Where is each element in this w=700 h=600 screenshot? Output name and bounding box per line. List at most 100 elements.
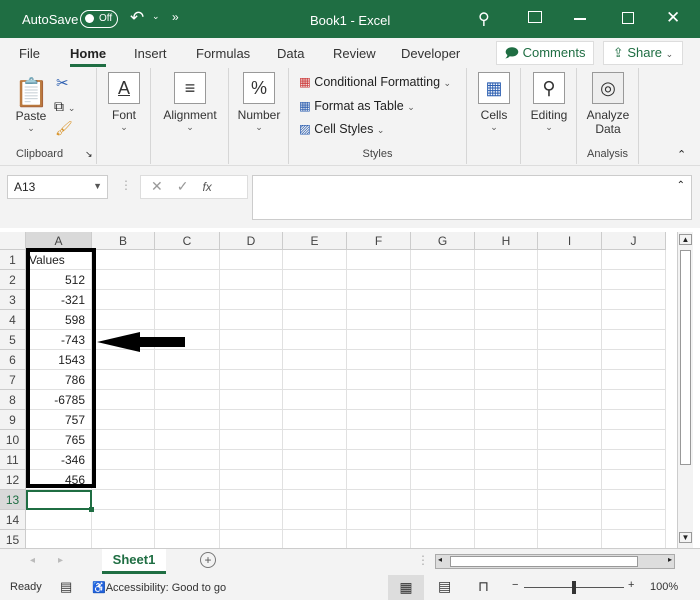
page-break-icon[interactable]: ⊓ [478,578,489,595]
cell-J2[interactable] [602,270,666,290]
cell-E2[interactable] [283,270,347,290]
cell-H9[interactable] [475,410,538,430]
cells-button[interactable]: ▦ Cells ⌄ [473,72,515,133]
sheet-tab-sheet1[interactable]: Sheet1 [102,549,166,574]
editing-button[interactable]: ⚲ Editing ⌄ [523,72,575,133]
cell-styles-button[interactable]: ▨ Cell Styles ⌄ [299,121,384,136]
row-header-11[interactable]: 11 [0,450,26,470]
cell-D3[interactable] [220,290,283,310]
split-handle[interactable]: ⋮ [417,553,429,567]
column-header-I[interactable]: I [538,232,602,250]
cell-C12[interactable] [155,470,220,490]
cell-A14[interactable] [26,510,92,530]
font-button[interactable]: A Font ⌄ [102,72,146,133]
row-header-4[interactable]: 4 [0,310,26,330]
cell-F8[interactable] [347,390,411,410]
cell-J14[interactable] [602,510,666,530]
cell-G9[interactable] [411,410,475,430]
next-sheet-icon[interactable]: ▸ [58,555,63,566]
cell-I8[interactable] [538,390,602,410]
cell-C4[interactable] [155,310,220,330]
zoom-level[interactable]: 100% [650,581,678,593]
column-header-C[interactable]: C [155,232,220,250]
normal-view-icon[interactable]: ▦ [388,575,424,600]
cell-G4[interactable] [411,310,475,330]
share-button[interactable]: ⇪ Share ⌄ [603,41,683,65]
tab-data[interactable]: Data [277,46,304,61]
cell-E14[interactable] [283,510,347,530]
column-header-E[interactable]: E [283,232,347,250]
cell-I15[interactable] [538,530,602,548]
undo-dropdown-icon[interactable]: ⌄ [152,11,160,22]
cell-H5[interactable] [475,330,538,350]
cell-B4[interactable] [92,310,155,330]
cell-H11[interactable] [475,450,538,470]
zoom-in-icon[interactable]: + [628,579,634,591]
cell-G11[interactable] [411,450,475,470]
cell-G3[interactable] [411,290,475,310]
cell-F5[interactable] [347,330,411,350]
cell-G12[interactable] [411,470,475,490]
cell-G5[interactable] [411,330,475,350]
cell-G1[interactable] [411,250,475,270]
row-header-3[interactable]: 3 [0,290,26,310]
cell-C10[interactable] [155,430,220,450]
cell-D10[interactable] [220,430,283,450]
cell-B14[interactable] [92,510,155,530]
cell-I6[interactable] [538,350,602,370]
zoom-out-icon[interactable]: − [512,579,518,591]
cell-F1[interactable] [347,250,411,270]
cell-J10[interactable] [602,430,666,450]
row-header-8[interactable]: 8 [0,390,26,410]
cell-H1[interactable] [475,250,538,270]
cell-I7[interactable] [538,370,602,390]
cell-G15[interactable] [411,530,475,548]
cell-J3[interactable] [602,290,666,310]
column-header-G[interactable]: G [411,232,475,250]
column-header-D[interactable]: D [220,232,283,250]
enter-icon[interactable]: ✓ [177,178,203,194]
cell-D7[interactable] [220,370,283,390]
cell-F9[interactable] [347,410,411,430]
cell-I13[interactable] [538,490,602,510]
cell-I9[interactable] [538,410,602,430]
cell-E10[interactable] [283,430,347,450]
autosave-toggle[interactable]: Off [80,10,118,28]
cell-H12[interactable] [475,470,538,490]
cell-C1[interactable] [155,250,220,270]
cell-B11[interactable] [92,450,155,470]
search-icon[interactable]: ⚲ [478,9,490,29]
cell-I11[interactable] [538,450,602,470]
cell-I10[interactable] [538,430,602,450]
macro-recording-icon[interactable]: ▤ [60,579,72,595]
row-header-15[interactable]: 15 [0,530,26,548]
cell-B12[interactable] [92,470,155,490]
cell-H13[interactable] [475,490,538,510]
maximize-icon[interactable] [622,12,634,24]
cell-D14[interactable] [220,510,283,530]
cell-E12[interactable] [283,470,347,490]
cell-F2[interactable] [347,270,411,290]
cell-C3[interactable] [155,290,220,310]
cell-G6[interactable] [411,350,475,370]
cell-D1[interactable] [220,250,283,270]
cell-H7[interactable] [475,370,538,390]
row-header-6[interactable]: 6 [0,350,26,370]
cell-H6[interactable] [475,350,538,370]
undo-icon[interactable]: ↶ [130,8,144,28]
cell-J7[interactable] [602,370,666,390]
collapse-ribbon-icon[interactable]: ⌃ [677,148,686,161]
name-box[interactable]: A13 ▼ [7,175,108,199]
cell-J12[interactable] [602,470,666,490]
cell-D2[interactable] [220,270,283,290]
conditional-formatting-button[interactable]: ▦ Conditional Formatting ⌄ [299,74,451,89]
cell-B8[interactable] [92,390,155,410]
paste-button[interactable]: 📋 Paste ⌄ [14,76,49,134]
column-header-H[interactable]: H [475,232,538,250]
cell-J4[interactable] [602,310,666,330]
close-icon[interactable]: ✕ [666,8,680,28]
ribbon-display-icon[interactable] [528,11,542,23]
new-sheet-icon[interactable]: + [200,552,216,568]
cell-E15[interactable] [283,530,347,548]
tab-home[interactable]: Home [70,46,107,67]
